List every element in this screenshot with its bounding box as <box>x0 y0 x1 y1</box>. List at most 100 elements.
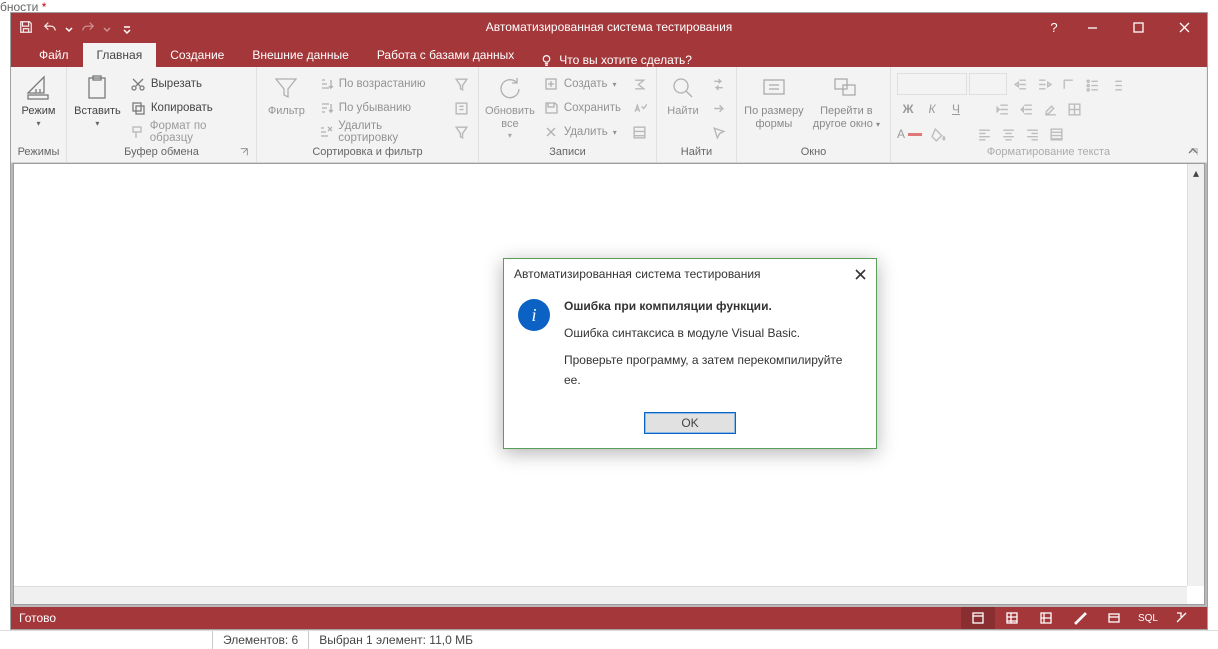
tab-file[interactable]: Файл <box>25 43 83 67</box>
explorer-statusbar: Элементов: 6 Выбран 1 элемент: 11,0 МБ <box>0 630 1218 648</box>
quick-access-toolbar <box>11 18 131 36</box>
selection-filter-button[interactable] <box>450 73 472 95</box>
funnel-icon <box>271 73 301 103</box>
bullets-button[interactable] <box>1081 73 1103 95</box>
datasheet-view-button[interactable] <box>995 607 1029 629</box>
horizontal-scrollbar[interactable] <box>14 586 1187 604</box>
group-clipboard-label: Буфер обмена <box>73 146 250 162</box>
advanced-filter-button[interactable] <box>450 97 472 119</box>
disk-icon <box>543 100 559 116</box>
scroll-up-icon[interactable]: ▴ <box>1188 164 1204 181</box>
toggle-filter-button[interactable] <box>450 121 472 143</box>
group-sortfilter-label: Сортировка и фильтр <box>263 146 472 162</box>
goto-button[interactable] <box>707 97 729 119</box>
group-views: Режим ▾ Режимы <box>11 67 67 162</box>
redo-icon[interactable] <box>79 18 97 36</box>
title-bar: Автоматизированная система тестирования … <box>11 13 1207 41</box>
new-record-button[interactable]: Создать ▾ <box>539 73 625 95</box>
paste-button[interactable]: Вставить ▾ <box>73 69 122 128</box>
align-left-button[interactable] <box>973 123 995 145</box>
group-window: По размеру формы Перейти в другое окно ▾… <box>737 67 891 162</box>
clipboard-icon <box>82 73 112 103</box>
group-records: Обновить все ▾ Создать ▾ Сохранить Удали… <box>479 67 657 162</box>
increase-indent-button[interactable] <box>1015 98 1037 120</box>
tab-create[interactable]: Создание <box>156 43 238 67</box>
numbering-button[interactable] <box>1105 73 1127 95</box>
dialog-title: Автоматизированная система тестирования <box>514 267 761 281</box>
redo-dropdown-icon[interactable] <box>103 23 111 31</box>
bold-button[interactable]: Ж <box>897 98 919 120</box>
underline-button[interactable]: Ч <box>945 98 967 120</box>
more-records-button[interactable] <box>629 121 651 143</box>
sort-asc-button[interactable]: По возрастанию <box>314 73 446 95</box>
group-clipboard: Вставить ▾ Вырезать Копировать Формат по… <box>67 67 257 162</box>
font-combo[interactable] <box>897 73 967 95</box>
save-record-button[interactable]: Сохранить <box>539 97 625 119</box>
filter-button[interactable]: Фильтр <box>263 69 310 118</box>
group-records-label: Записи <box>485 146 650 162</box>
gridlines-button[interactable] <box>1063 98 1085 120</box>
font-color-button[interactable]: A <box>897 123 925 145</box>
maximize-button[interactable] <box>1115 13 1161 41</box>
dialog-message: Ошибка при компиляции функции. Ошибка си… <box>564 297 862 398</box>
align-right-button[interactable] <box>1021 123 1043 145</box>
dialog-close-button[interactable] <box>848 263 872 285</box>
fill-color-button[interactable] <box>927 123 949 145</box>
tab-home[interactable]: Главная <box>83 43 157 67</box>
delete-record-button[interactable]: Удалить ▾ <box>539 121 625 143</box>
collapse-ribbon-icon[interactable] <box>1187 146 1201 160</box>
ribbon: Режим ▾ Режимы Вставить ▾ Вырезать Копир… <box>11 67 1207 163</box>
design-view-button[interactable] <box>1063 607 1097 629</box>
sort-desc-button[interactable]: По убыванию <box>314 97 446 119</box>
tab-database-tools[interactable]: Работа с базами данных <box>363 43 528 67</box>
size-combo[interactable] <box>969 73 1007 95</box>
totals-button[interactable] <box>629 73 651 95</box>
minimize-button[interactable] <box>1069 13 1115 41</box>
save-icon[interactable] <box>17 18 35 36</box>
refresh-all-button[interactable]: Обновить все ▾ <box>485 69 535 140</box>
group-text-format: Ж К Ч A Ф <box>891 67 1207 162</box>
group-find-label: Найти <box>663 146 730 162</box>
help-button[interactable]: ? <box>1039 13 1069 41</box>
error-dialog: Автоматизированная система тестирования … <box>503 258 877 449</box>
indent-left-button[interactable] <box>1009 73 1031 95</box>
switch-window-icon <box>831 73 861 103</box>
undo-icon[interactable] <box>41 18 59 36</box>
find-button[interactable]: Найти <box>663 69 703 118</box>
clipboard-launcher-icon[interactable] <box>238 147 250 159</box>
dialog-ok-button[interactable]: OK <box>644 412 736 434</box>
spelling-button[interactable] <box>629 97 651 119</box>
undo-dropdown-icon[interactable] <box>65 23 73 31</box>
highlight-button[interactable] <box>1039 98 1061 120</box>
vertical-scrollbar[interactable]: ▴ <box>1187 164 1204 586</box>
lightbulb-icon <box>540 54 553 67</box>
layout-view-button[interactable] <box>1029 607 1063 629</box>
another-view-button[interactable] <box>1097 607 1131 629</box>
tell-me-search[interactable]: Что вы хотите сделать? <box>528 53 704 67</box>
alt-fill-button[interactable] <box>1045 123 1067 145</box>
decrease-indent-button[interactable] <box>991 98 1013 120</box>
replace-button[interactable] <box>707 73 729 95</box>
last-view-button[interactable] <box>1165 607 1199 629</box>
align-center-button[interactable] <box>997 123 1019 145</box>
switch-window-button[interactable]: Перейти в другое окно ▾ <box>809 69 884 130</box>
tab-external-data[interactable]: Внешние данные <box>238 43 363 67</box>
format-painter-button[interactable]: Формат по образцу <box>126 121 250 143</box>
select-button[interactable] <box>707 121 729 143</box>
cut-button[interactable]: Вырезать <box>126 73 250 95</box>
close-button[interactable] <box>1161 13 1207 41</box>
italic-button[interactable]: К <box>921 98 943 120</box>
sort-asc-icon <box>318 76 334 92</box>
text-dir-button[interactable] <box>1057 73 1079 95</box>
copy-button[interactable]: Копировать <box>126 97 250 119</box>
fit-form-button[interactable]: По размеру формы <box>743 69 805 130</box>
remove-sort-button[interactable]: Удалить сортировку <box>314 121 446 143</box>
elements-count: Элементов: 6 <box>212 631 308 649</box>
indent-right-button[interactable] <box>1033 73 1055 95</box>
qat-customize-icon[interactable] <box>123 23 131 31</box>
view-button[interactable]: Режим ▾ <box>17 69 60 128</box>
sql-view-button[interactable]: SQL <box>1131 607 1165 629</box>
form-view-button[interactable] <box>961 607 995 629</box>
group-textfmt-label: Форматирование текста <box>897 146 1200 162</box>
scissors-icon <box>130 76 146 92</box>
